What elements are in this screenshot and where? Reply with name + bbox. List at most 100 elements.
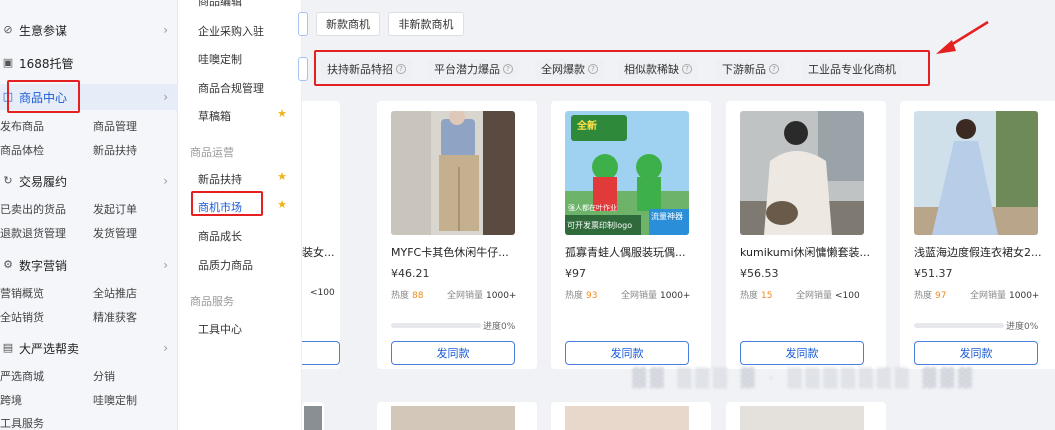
- sidebar-sub-kuajing[interactable]: 跨境: [0, 392, 22, 408]
- help-icon[interactable]: ?: [588, 64, 598, 74]
- cycle-icon: ↻: [3, 174, 13, 187]
- sidebar-section-shangpin[interactable]: ◫ 商品中心 ›: [0, 84, 178, 110]
- tab-label: 非新款商机: [398, 18, 454, 31]
- fatongkuan-button[interactable]: 发同款: [740, 341, 864, 365]
- heat-value: 97: [935, 291, 947, 301]
- menu2-item-caogao[interactable]: 草稿箱: [198, 108, 231, 124]
- product-card[interactable]: MYFC卡其色休闲牛仔... ¥46.21 热度 88 全网销量 1000+ 进度0…: [377, 101, 537, 369]
- compass-icon: ⊘: [3, 23, 13, 36]
- chip-qianli[interactable]: 平台潜力爆品?: [428, 59, 519, 79]
- sidebar-section-shuzi[interactable]: ⚙ 数字营销 ›: [0, 252, 178, 278]
- chip-label: 扶持新品特招: [327, 63, 393, 76]
- product-card-bottom[interactable]: [302, 402, 324, 430]
- fatongkuan-button[interactable]: [302, 341, 340, 365]
- star-icon[interactable]: ★: [277, 107, 287, 120]
- tab-label: 新款商机: [326, 18, 370, 31]
- product-card[interactable]: 浅蓝海边度假连衣裙女2... ¥51.37 热度 97 全网销量 1000+ 进度0…: [900, 101, 1055, 369]
- product-card[interactable]: 全新 强人都在叶作业 可开发票印制logo 流量神器 孤寡青蛙人偶服装玩偶...…: [551, 101, 711, 369]
- product-price: ¥51.37: [914, 267, 953, 280]
- menu2-item-hegui[interactable]: 商品合规管理: [198, 80, 264, 96]
- chevron-right-icon: ›: [163, 23, 168, 37]
- tab-xinkuan[interactable]: 新款商机: [316, 12, 380, 36]
- sidebar-sub-fabu[interactable]: 发布商品: [0, 118, 44, 134]
- product-title: 装女...: [302, 246, 335, 259]
- sidebar-section-dayan[interactable]: ▤ 大严选帮卖 ›: [0, 335, 178, 361]
- chip-fuchi[interactable]: 扶持新品特招?: [321, 59, 412, 79]
- product-image[interactable]: [914, 111, 1038, 235]
- sidebar-section-top-partial[interactable]: [0, 0, 178, 12]
- product-image[interactable]: [740, 111, 864, 235]
- help-icon[interactable]: ?: [769, 64, 779, 74]
- chip-label: 全网爆款: [541, 63, 585, 76]
- filter-select-partial[interactable]: [298, 12, 308, 36]
- sidebar-sub-fahuo[interactable]: 发货管理: [93, 225, 137, 241]
- chip-baokuan[interactable]: 全网爆款?: [535, 59, 604, 79]
- product-card-bottom[interactable]: [551, 402, 711, 430]
- product-card-bottom[interactable]: [726, 402, 886, 430]
- help-icon[interactable]: ?: [503, 64, 513, 74]
- left-sidebar: ⊘ 生意参谋 › ▣ 1688托管 ◫ 商品中心 › 发布商品 商品管理 商品体…: [0, 0, 178, 430]
- chip-xique[interactable]: 相似款稀缺?: [618, 59, 698, 79]
- sidebar-section-shengyi[interactable]: ⊘ 生意参谋 ›: [0, 17, 178, 43]
- chip-label: 相似款稀缺: [624, 63, 679, 76]
- product-title[interactable]: 孤寡青蛙人偶服装玩偶...: [565, 244, 703, 260]
- menu2-item-gongju[interactable]: 工具中心: [198, 321, 242, 337]
- product-image[interactable]: 全新 强人都在叶作业 可开发票印制logo 流量神器: [565, 111, 689, 235]
- tab-feixinkuan[interactable]: 非新款商机: [388, 12, 464, 36]
- menu2-item-shangji[interactable]: 商机市场: [198, 199, 242, 215]
- sales-label: 全网销量: [970, 291, 1007, 301]
- product-card-bottom[interactable]: [377, 402, 537, 430]
- product-card[interactable]: kumikumi休闲慵懒套装... ¥56.53 热度 15 全网销量 <100 发…: [726, 101, 886, 369]
- help-icon[interactable]: ?: [396, 64, 406, 74]
- menu2-item-pinzhi[interactable]: 品质力商品: [198, 257, 253, 273]
- menu2-item-partial[interactable]: 商品编辑: [198, 0, 242, 9]
- fatongkuan-button[interactable]: 发同款: [391, 341, 515, 365]
- sidebar-sub-tijian[interactable]: 商品体检: [0, 142, 44, 158]
- progress-text: 进度0%: [483, 322, 516, 332]
- heat-value: 93: [586, 291, 598, 301]
- star-icon[interactable]: ★: [277, 170, 287, 183]
- product-title[interactable]: 浅蓝海边度假连衣裙女2...: [914, 244, 1052, 260]
- product-heat: 热度 15: [740, 288, 772, 301]
- filter-select-partial-2[interactable]: [298, 57, 308, 81]
- sidebar-sub-faqi[interactable]: 发起订单: [93, 201, 137, 217]
- menu2-item-chengzhang[interactable]: 商品成长: [198, 228, 242, 244]
- chevron-right-icon: ›: [163, 90, 168, 104]
- sidebar-section-tuoguan[interactable]: ▣ 1688托管: [0, 50, 178, 76]
- heat-value: 88: [412, 291, 424, 301]
- sales-value: 1000+: [660, 291, 691, 301]
- sidebar-sub-xiaohuo[interactable]: 全站销货: [0, 309, 44, 325]
- menu2-item-qiye[interactable]: 企业采购入驻: [198, 23, 264, 39]
- sidebar-section-label: 数字营销: [19, 258, 68, 273]
- product-title[interactable]: kumikumi休闲慵懒套装...: [740, 244, 878, 260]
- sidebar-sub-tuidian[interactable]: 全站推店: [93, 285, 137, 301]
- heat-label: 热度: [391, 291, 410, 301]
- sales-value: 1000+: [486, 291, 517, 301]
- sidebar-sub-fenxiao[interactable]: 分销: [93, 368, 115, 384]
- sidebar-section-jiaoyi[interactable]: ↻ 交易履约 ›: [0, 168, 178, 194]
- fatongkuan-button[interactable]: 发同款: [914, 341, 1038, 365]
- sidebar-sub-yimai[interactable]: 已卖出的货品: [0, 201, 66, 217]
- sidebar-sub-dingzhi[interactable]: 哇噢定制: [93, 392, 137, 408]
- sidebar-sub-fuchi[interactable]: 新品扶持: [93, 142, 137, 158]
- chip-xiayou[interactable]: 下游新品?: [716, 59, 785, 79]
- star-icon[interactable]: ★: [277, 198, 287, 211]
- sidebar-sub-yingxiao[interactable]: 营销概览: [0, 285, 44, 301]
- sidebar-sub-yanxuan[interactable]: 严选商城: [0, 368, 44, 384]
- fatongkuan-button[interactable]: 发同款: [565, 341, 689, 365]
- menu2-group-service: 商品服务: [190, 295, 234, 308]
- product-title[interactable]: MYFC卡其色休闲牛仔...: [391, 244, 529, 260]
- product-sales: 全网销量 <100: [796, 288, 860, 301]
- menu2-item-waou[interactable]: 哇噢定制: [198, 51, 242, 67]
- product-image[interactable]: [391, 111, 515, 235]
- sidebar-sub-tuikuan[interactable]: 退款退货管理: [0, 225, 66, 241]
- sidebar-sub-guanli[interactable]: 商品管理: [93, 118, 137, 134]
- heat-label: 热度: [740, 291, 759, 301]
- sidebar-sub-huoke[interactable]: 精准获客: [93, 309, 137, 325]
- sales-value: 1000+: [1009, 291, 1040, 301]
- menu2-item-xinpin[interactable]: 新品扶持: [198, 171, 242, 187]
- sidebar-sub-tools[interactable]: 工具服务: [0, 415, 44, 430]
- help-icon[interactable]: ?: [682, 64, 692, 74]
- chip-gongye[interactable]: 工业品专业化商机: [802, 59, 902, 79]
- product-card-partial[interactable]: 装女... <100: [302, 101, 340, 369]
